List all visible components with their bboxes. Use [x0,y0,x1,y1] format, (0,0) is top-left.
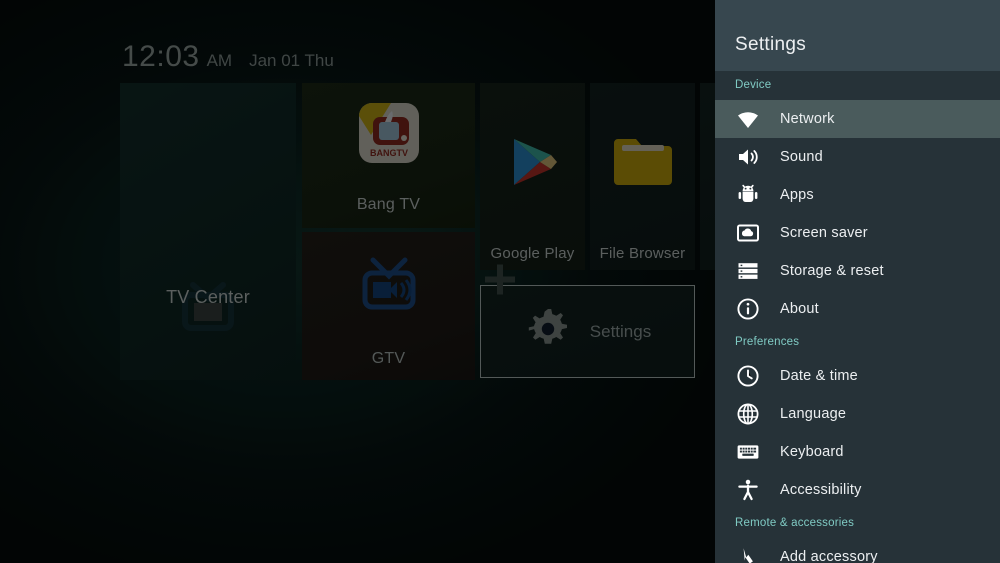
settings-panel: Settings Device Network Sound Apps Screen sa… [715,0,1000,563]
settings-section-header: Remote & accessories [735,517,855,529]
settings-item-date-time[interactable]: Date & time [715,357,1000,395]
add-accessory-icon [735,544,761,563]
settings-item-screen-saver[interactable]: Screen saver [715,214,1000,252]
settings-list[interactable]: Device Network Sound Apps Screen saver Storag… [715,71,1000,563]
android-tv-launcher-screen: 12:03 AM Jan 01 Thu TV Center BANGTV [0,0,1000,563]
settings-item-storage-reset[interactable]: Storage & reset [715,252,1000,290]
settings-item-label: Screen saver [780,225,868,241]
settings-item-label: Accessibility [780,482,862,498]
settings-item-language[interactable]: Language [715,395,1000,433]
storage-icon [735,258,761,284]
keyboard-icon [735,439,761,465]
settings-item-about[interactable]: About [715,290,1000,328]
settings-panel-header: Settings [715,0,1000,71]
settings-item-add-accessory[interactable]: Add accessory [715,538,1000,563]
settings-item-accessibility[interactable]: Accessibility [715,471,1000,509]
settings-section-header: Preferences [735,336,800,348]
settings-item-label: Language [780,406,847,422]
settings-item-label: Add accessory [780,549,878,563]
info-icon [735,296,761,322]
screensaver-cloud-icon [735,220,761,246]
settings-section-header: Device [735,79,772,91]
page-title: Settings [735,34,807,55]
android-icon [735,182,761,208]
globe-icon [735,401,761,427]
settings-item-label: Apps [780,187,814,203]
settings-item-label: Network [780,111,835,127]
settings-item-keyboard[interactable]: Keyboard [715,433,1000,471]
wifi-icon [735,106,761,132]
volume-icon [735,144,761,170]
settings-item-sound[interactable]: Sound [715,138,1000,176]
settings-item-label: About [780,301,819,317]
settings-item-label: Storage & reset [780,263,884,279]
launcher-dim-overlay [0,0,715,563]
settings-item-label: Keyboard [780,444,844,460]
settings-item-network[interactable]: Network [715,100,1000,138]
settings-item-label: Sound [780,149,823,165]
accessibility-icon [735,477,761,503]
clock-icon [735,363,761,389]
settings-item-label: Date & time [780,368,858,384]
settings-item-apps[interactable]: Apps [715,176,1000,214]
